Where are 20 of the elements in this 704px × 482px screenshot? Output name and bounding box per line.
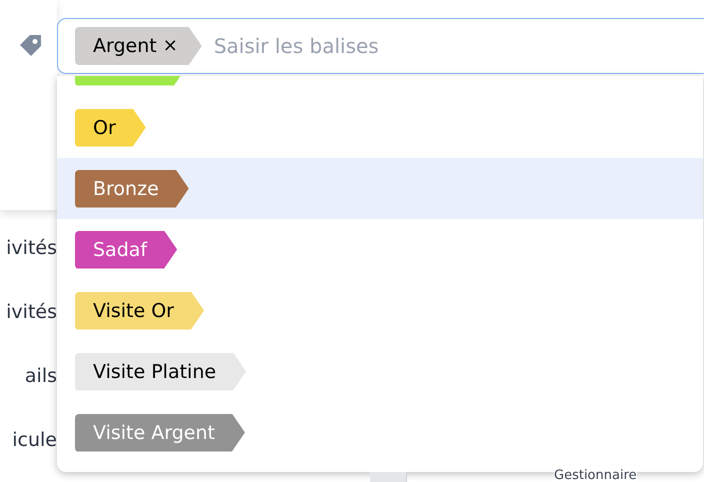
sidebar-item[interactable]: icule <box>0 428 57 452</box>
panel-background <box>370 472 407 482</box>
dropdown-option[interactable]: Visite Platine <box>57 341 703 402</box>
tag-chip: Argent × <box>75 27 202 65</box>
dropdown-option[interactable]: Bronze <box>57 158 703 219</box>
dropdown-option[interactable]: Or <box>57 97 703 158</box>
input-field[interactable]: Saisir les balises <box>214 34 514 58</box>
tag-label: Bronze <box>75 170 189 208</box>
dropdown-option[interactable]: Visite Or <box>57 280 703 341</box>
tag-label: Visite Argent <box>75 414 245 452</box>
column-header: Gestionnaire <box>554 469 637 482</box>
remove-button[interactable]: × <box>162 37 178 55</box>
sidebar-item[interactable]: ivités <box>0 300 57 324</box>
tag-label: Visite Platine <box>75 352 246 390</box>
tag-label: Or <box>75 108 146 146</box>
sidebar-item[interactable]: ivités <box>0 236 57 260</box>
tag-label: Sadaf <box>75 230 178 268</box>
sidebar-item[interactable]: ails <box>0 364 57 388</box>
dropdown-option[interactable]: Sadaf <box>57 219 703 280</box>
tag-label: Visite Or <box>75 292 204 330</box>
